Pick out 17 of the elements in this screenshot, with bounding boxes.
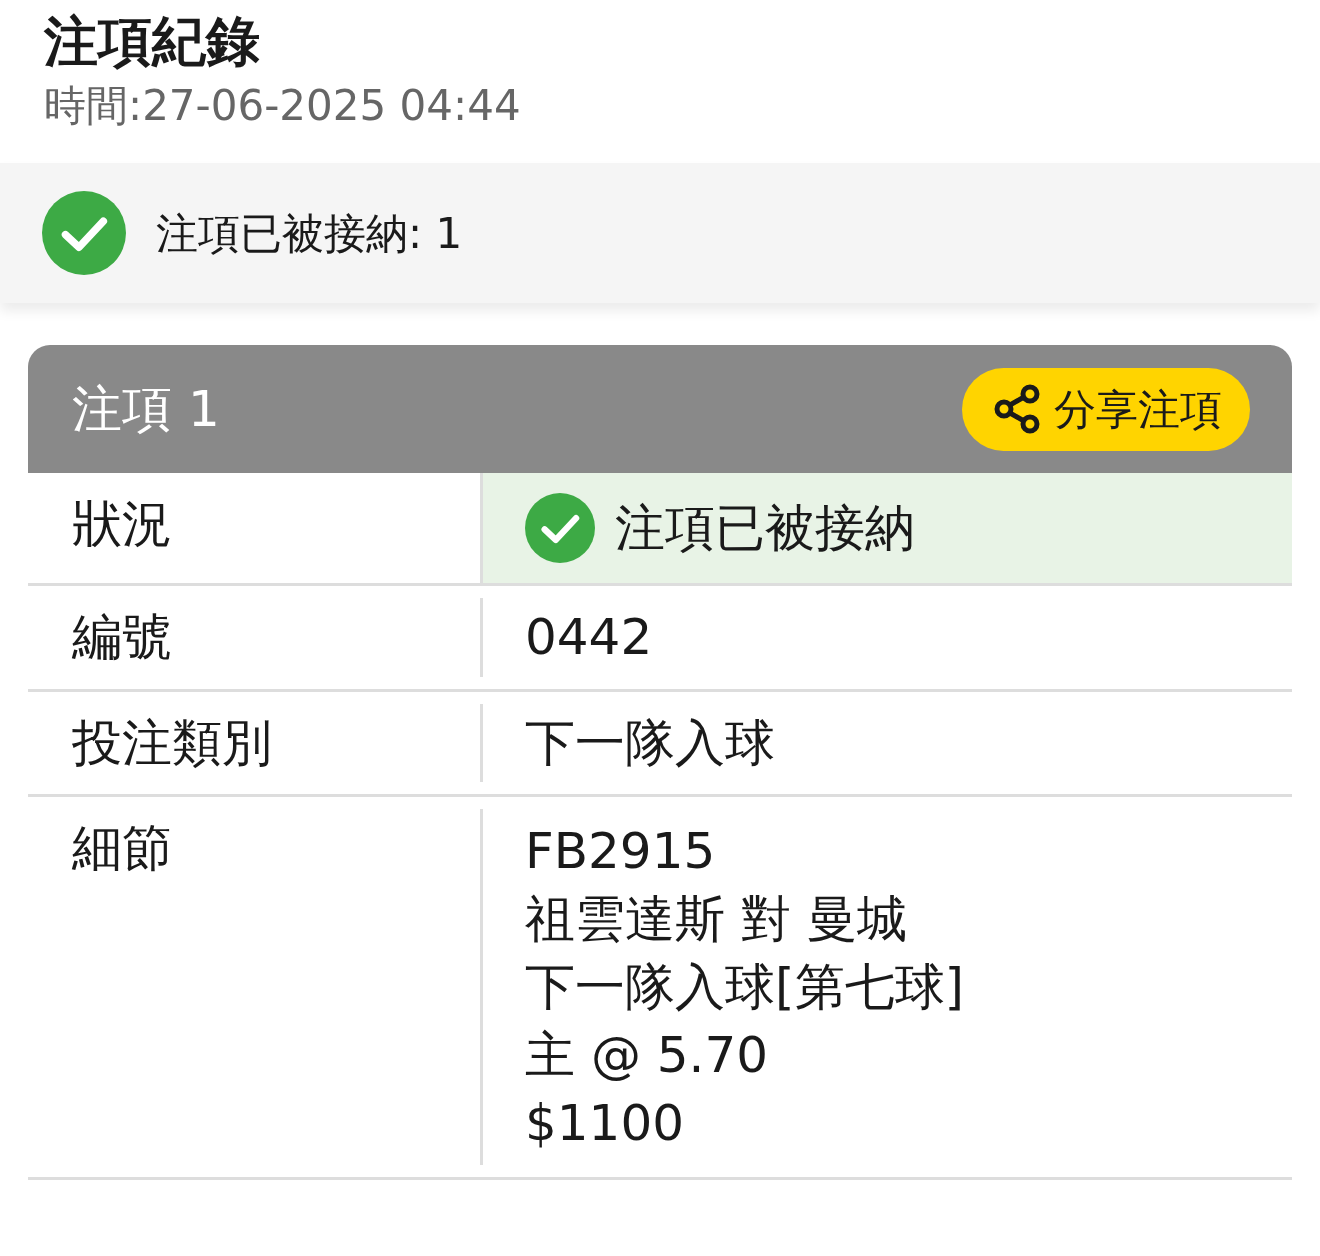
row-label: 細節	[71, 818, 173, 880]
status-text: 注項已被接納	[615, 498, 915, 560]
detail-line: $1100	[525, 1093, 686, 1155]
bet-title: 注項 1	[72, 378, 220, 440]
detail-line: 下一隊入球[第七球]	[525, 957, 965, 1019]
row-label: 狀況	[71, 494, 173, 556]
summary-text: 注項已被接納: 1	[156, 207, 463, 260]
time-text: 時間:27-06-2025 04:44	[44, 79, 521, 132]
row-label: 編號	[71, 607, 173, 669]
detail-line: 主 @ 5.70	[525, 1025, 770, 1087]
row-value: 0442	[480, 598, 1292, 677]
share-button[interactable]: 分享注項	[962, 367, 1250, 451]
detail-line: FB2915	[525, 821, 717, 883]
page-title: 注項紀錄	[44, 10, 260, 75]
row-label: 投注類別	[71, 712, 273, 774]
detail-line: 祖雲達斯 對 曼城	[525, 889, 908, 951]
row-value: 下一隊入球	[480, 703, 1292, 783]
